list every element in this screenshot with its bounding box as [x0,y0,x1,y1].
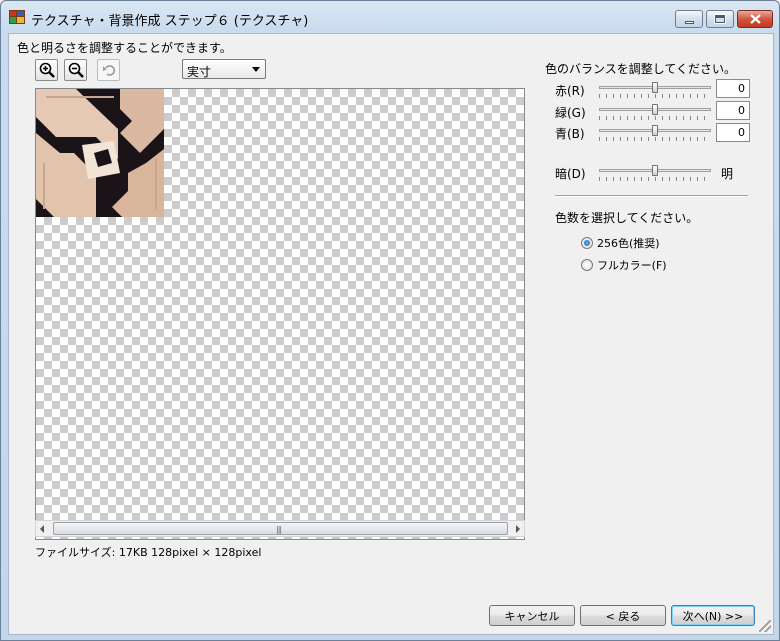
color-count-title: 色数を選択してください。 [555,211,699,225]
maximize-button[interactable] [706,10,734,28]
blue-label: 青(B) [555,127,585,141]
radio-full-label: フルカラー(F) [597,259,667,272]
radio-button-checked[interactable] [581,237,593,249]
cancel-button[interactable]: キャンセル [489,605,575,626]
scroll-right-icon[interactable] [516,525,520,533]
separator [555,195,748,197]
title-bar[interactable]: テクスチャ・背景作成 ステップ６ (テクスチャ) [1,1,779,33]
color-balance-title: 色のバランスを調整してください。 [545,62,737,76]
minimize-button[interactable] [675,10,703,28]
scroll-left-icon[interactable] [40,525,44,533]
dialog-window: テクスチャ・背景作成 ステップ６ (テクスチャ) 色と明るさを調整することができ… [0,0,780,641]
red-label: 赤(R) [555,84,585,98]
close-button[interactable] [737,10,773,28]
brightness-slider-thumb[interactable] [652,165,658,176]
blue-value-input[interactable]: 0 [716,123,750,142]
app-icon [9,10,25,24]
green-value-input[interactable]: 0 [716,101,750,120]
green-slider-thumb[interactable] [652,104,658,115]
undo-button[interactable] [97,59,120,81]
zoom-out-button[interactable] [64,59,87,81]
texture-preview-canvas[interactable] [35,88,525,540]
zoom-out-icon [68,62,84,78]
zoom-select[interactable]: 実寸 [182,59,266,79]
dark-label: 暗(D) [555,167,586,181]
blue-slider-ticks [599,137,711,141]
scrollbar-grip-icon: ||| [276,525,282,534]
red-value-input[interactable]: 0 [716,79,750,98]
file-size-text: ファイルサイズ: 17KB 128pixel × 128pixel [35,546,262,559]
bright-label: 明 [721,167,734,181]
radio-button[interactable] [581,259,593,271]
blue-slider-thumb[interactable] [652,125,658,136]
horizontal-scrollbar[interactable]: ||| [35,520,525,537]
window-title: テクスチャ・背景作成 ステップ６ (テクスチャ) [31,14,309,29]
radio-256-label: 256色(推奨) [597,237,660,250]
scrollbar-thumb[interactable]: ||| [53,522,508,535]
red-slider-thumb[interactable] [652,82,658,93]
green-slider-ticks [599,116,711,120]
zoom-in-icon [39,62,55,78]
zoom-select-value: 実寸 [187,65,212,79]
next-button[interactable]: 次へ(N) >> [671,605,755,626]
undo-icon [102,65,115,76]
radio-256-colors[interactable]: 256色(推奨) [581,235,660,251]
radio-full-color[interactable]: フルカラー(F) [581,257,667,273]
zoom-in-button[interactable] [35,59,58,81]
close-icon [738,11,772,27]
resize-grip-icon[interactable] [759,620,771,632]
texture-image [36,89,164,217]
maximize-icon [714,14,726,24]
back-button[interactable]: < 戻る [580,605,666,626]
green-label: 緑(G) [555,106,586,120]
red-slider-ticks [599,94,711,98]
brightness-slider-ticks [599,177,711,181]
dialog-body: 色と明るさを調整することができます。 実寸 ||| ファイルサイズ: 17KB … [8,33,774,635]
instruction-text: 色と明るさを調整することができます。 [17,41,232,55]
chevron-down-icon [252,67,260,72]
minimize-icon [684,20,694,24]
